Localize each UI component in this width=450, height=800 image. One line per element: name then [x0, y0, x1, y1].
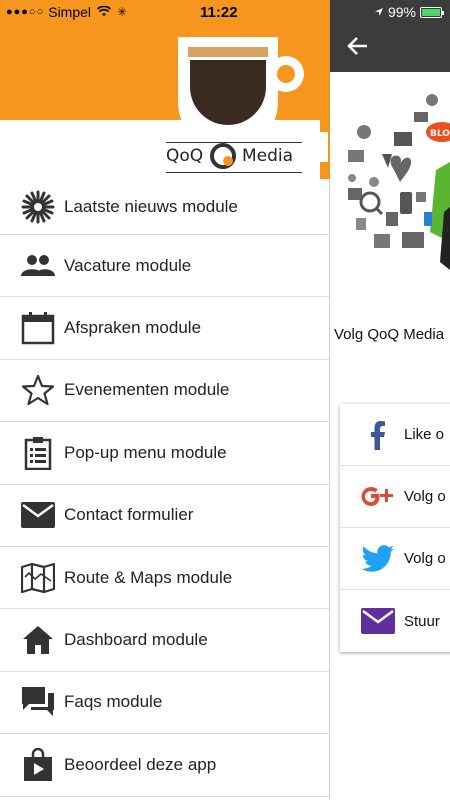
menu-item-label: Beoordeel deze app [64, 754, 217, 774]
menu-item-laatste-nieuws[interactable]: Laatste nieuws module [0, 179, 329, 235]
menu-item-label: Pop-up menu module [64, 442, 227, 462]
menu-item-vacature[interactable]: Vacature module [0, 235, 329, 298]
wifi-icon [96, 4, 112, 20]
back-arrow-icon[interactable] [346, 36, 368, 61]
people-icon [20, 248, 56, 284]
qoq-media-logo: QoQ Media [166, 136, 302, 176]
battery-percent: 99% [387, 4, 416, 20]
menu-item-label: Afspraken module [64, 318, 202, 338]
menu-item-label: Contact formulier [64, 505, 194, 525]
twitter-icon [360, 541, 396, 577]
social-item-google-plus[interactable]: Volg o [340, 466, 450, 528]
app-bar [330, 24, 450, 72]
menu-item-dashboard[interactable]: Dashboard module [0, 609, 329, 672]
shopping-bag-icon [20, 747, 56, 783]
logo-text-left: QoQ [166, 146, 204, 166]
social-media-collage-image: BLOG [348, 94, 450, 270]
social-label: Like o [404, 426, 445, 443]
status-bar: ●●●○○ Simpel ✳ 11:22 [0, 0, 330, 24]
navigation-drawer: QoQ Media Laatste nieuws module Vacature… [0, 24, 330, 800]
menu-item-label: Dashboard module [64, 630, 208, 650]
email-icon [360, 603, 396, 639]
map-icon [20, 560, 56, 596]
drawer-menu: Laatste nieuws module Vacature module Af… [0, 179, 329, 797]
menu-item-label: Evenementen module [64, 380, 230, 400]
clipboard-icon [20, 435, 56, 471]
menu-item-contact-formulier[interactable]: Contact formulier [0, 485, 329, 547]
social-item-email[interactable]: Stuur [340, 590, 450, 652]
signal-strength: ●●●○○ [6, 6, 45, 18]
menu-item-route-maps[interactable]: Route & Maps module [0, 547, 329, 610]
social-item-facebook[interactable]: Like o [340, 404, 450, 466]
social-label: Stuur [404, 612, 440, 630]
follow-title: Volg QoQ Media [334, 326, 445, 343]
home-icon [20, 622, 56, 658]
menu-item-label: Faqs module [64, 692, 163, 712]
star-icon [20, 372, 56, 408]
battery-icon [420, 6, 444, 18]
menu-item-evenementen[interactable]: Evenementen module [0, 360, 329, 423]
social-label: Volg o [404, 488, 446, 505]
google-plus-icon [360, 479, 396, 515]
content-pane: BLOG Volg QoQ Media Like o [330, 24, 450, 800]
logo-text-right: Media [242, 146, 294, 166]
activity-spinner-icon: ✳ [117, 5, 128, 19]
menu-item-label: Route & Maps module [64, 567, 233, 587]
menu-item-pop-up-menu[interactable]: Pop-up menu module [0, 422, 329, 485]
logo-q-icon [210, 143, 236, 169]
facebook-icon [360, 417, 396, 453]
menu-item-label: Vacature module [64, 255, 192, 275]
chat-icon [20, 684, 56, 720]
mail-icon [20, 497, 56, 533]
social-label: Volg o [404, 550, 446, 567]
clock: 11:22 [200, 4, 238, 21]
social-item-twitter[interactable]: Volg o [340, 528, 450, 590]
menu-item-faqs[interactable]: Faqs module [0, 672, 329, 735]
blog-badge-text: BLOG [430, 129, 450, 139]
calendar-icon [20, 310, 56, 346]
menu-item-afspraken[interactable]: Afspraken module [0, 297, 329, 360]
status-bar-right: 99% [330, 0, 450, 24]
menu-item-beoordeel-app[interactable]: Beoordeel deze app [0, 734, 329, 797]
carrier-name: Simpel [48, 4, 92, 20]
menu-item-label: Laatste nieuws module [64, 196, 238, 216]
location-arrow-icon [374, 4, 384, 20]
social-links-card: Like o Volg o Volg o Stuur [340, 404, 450, 652]
drawer-header: QoQ Media [0, 24, 330, 179]
starburst-icon [20, 189, 56, 225]
